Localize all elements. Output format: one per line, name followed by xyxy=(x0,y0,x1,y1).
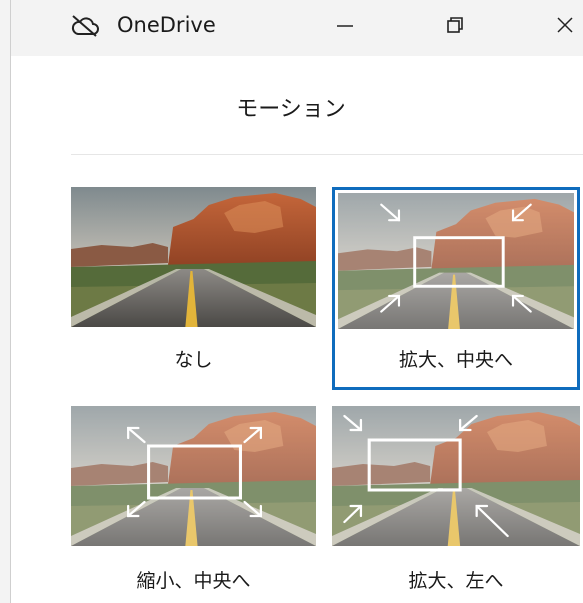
window-title: OneDrive xyxy=(117,13,216,37)
option-label: 拡大、中央へ xyxy=(398,349,513,371)
thumbnail-image xyxy=(71,187,316,327)
motion-option-zoom-in-left[interactable]: 拡大、左へ xyxy=(332,406,580,603)
window-frame-left xyxy=(0,0,11,603)
motion-option-none[interactable]: なし xyxy=(71,187,316,387)
option-label: 縮小、中央へ xyxy=(136,570,251,592)
motion-panel: モーション なし 拡大、中央へ 縮小、中央へ 拡大、左へ xyxy=(31,56,583,603)
restore-icon xyxy=(447,17,463,33)
minimize-button[interactable] xyxy=(315,0,375,50)
thumbnail-image xyxy=(338,193,574,329)
panel-title: モーション xyxy=(236,97,346,122)
close-button[interactable] xyxy=(535,0,583,50)
motion-option-zoom-out-center[interactable]: 縮小、中央へ xyxy=(71,406,316,603)
title-bar[interactable]: OneDrive xyxy=(11,0,583,56)
motion-option-zoom-in-center[interactable]: 拡大、中央へ xyxy=(332,187,580,390)
minimize-icon xyxy=(337,25,353,27)
divider xyxy=(71,154,583,155)
thumbnail-image xyxy=(332,406,580,546)
option-label: 拡大、左へ xyxy=(408,570,504,592)
cloud-off-icon xyxy=(70,14,100,38)
close-icon xyxy=(557,17,573,33)
thumbnail-image xyxy=(71,406,316,546)
option-label: なし xyxy=(174,349,213,371)
maximize-button[interactable] xyxy=(425,0,485,50)
